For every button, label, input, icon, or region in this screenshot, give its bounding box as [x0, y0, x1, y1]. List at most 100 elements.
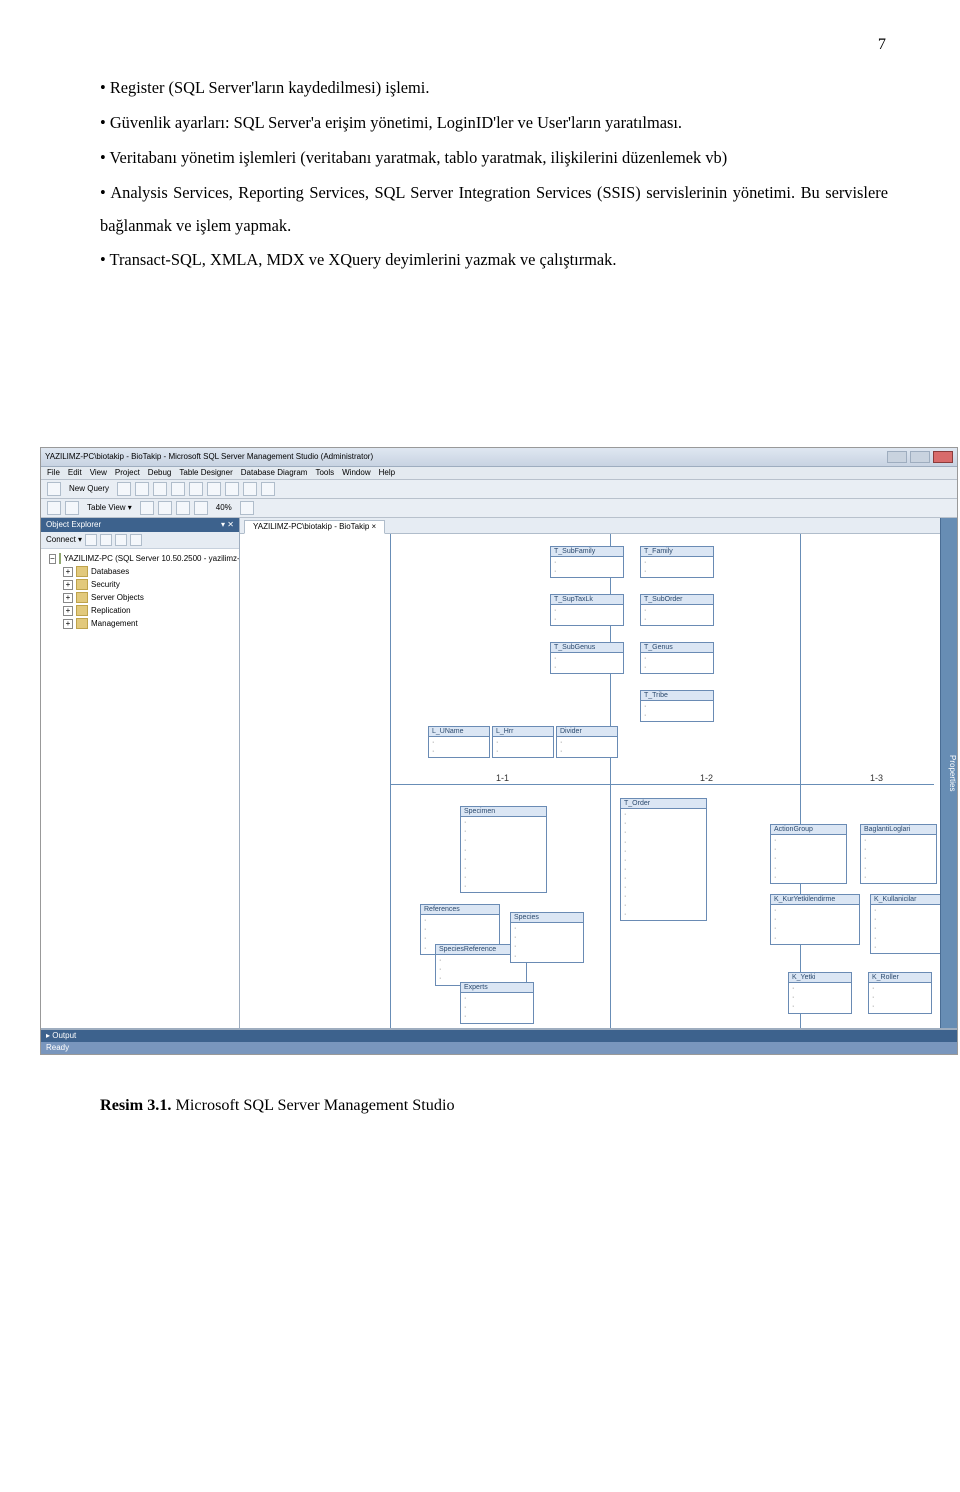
folder-icon — [76, 592, 88, 603]
bullet-services: • Analysis Services, Reporting Services,… — [100, 177, 888, 243]
tb-icon[interactable] — [243, 482, 257, 496]
menubar: File Edit View Project Debug Table Desig… — [41, 467, 957, 480]
diagram-table[interactable]: Species···· — [510, 912, 584, 962]
menu-project[interactable]: Project — [115, 469, 140, 477]
tree-databases[interactable]: + Databases — [59, 565, 235, 578]
tb-icon[interactable] — [240, 501, 254, 515]
diagram-table[interactable]: T_SupTaxLk·· — [550, 594, 624, 626]
tb-icon[interactable] — [140, 501, 154, 515]
oe-icon[interactable] — [115, 534, 127, 546]
diagram-table-header: K_KurYetkilendirme — [771, 895, 859, 905]
collapse-icon[interactable]: − — [49, 554, 56, 564]
menu-table-designer[interactable]: Table Designer — [179, 469, 232, 477]
diagram-table[interactable]: T_Family·· — [640, 546, 714, 578]
diagram-table-header: Divider — [557, 727, 617, 737]
expand-icon[interactable]: + — [63, 606, 73, 616]
menu-edit[interactable]: Edit — [68, 469, 82, 477]
tb-icon[interactable] — [194, 501, 208, 515]
tree-server-objects[interactable]: + Server Objects — [59, 591, 235, 604]
quadrant-label: 1-2 — [700, 774, 713, 783]
expand-icon[interactable]: + — [63, 593, 73, 603]
diagram-tab[interactable]: YAZILIMZ-PC\biotakip - BioTakip × — [244, 520, 385, 534]
close-button[interactable] — [933, 451, 953, 463]
menu-view[interactable]: View — [90, 469, 107, 477]
diagram-table[interactable]: K_KurYetkilendirme···· — [770, 894, 860, 944]
bullet-security: • Güvenlik ayarları: SQL Server'a erişim… — [100, 107, 888, 140]
diagram-table[interactable]: T_SubFamily·· — [550, 546, 624, 578]
tb-icon[interactable] — [117, 482, 131, 496]
diagram-table[interactable]: K_Yetki··· — [788, 972, 852, 1013]
oe-icon[interactable] — [100, 534, 112, 546]
tree-label: YAZILIMZ-PC (SQL Server 10.50.2500 - yaz… — [64, 555, 239, 563]
tb-icon[interactable] — [207, 482, 221, 496]
object-explorer-tree[interactable]: − YAZILIMZ-PC (SQL Server 10.50.2500 - y… — [41, 549, 239, 1028]
minimize-button[interactable] — [887, 451, 907, 463]
diagram-table-header: T_Tribe — [641, 691, 713, 701]
diagram-table[interactable]: T_Tribe·· — [640, 690, 714, 722]
diagram-table-header: L_UName — [429, 727, 489, 737]
tree-replication[interactable]: + Replication — [59, 604, 235, 617]
tb-icon[interactable] — [261, 482, 275, 496]
quadrant-label: 1-3 — [870, 774, 883, 783]
diagram-table[interactable]: Specimen········ — [460, 806, 547, 893]
menu-tools[interactable]: Tools — [315, 469, 334, 477]
expand-icon[interactable]: + — [63, 580, 73, 590]
maximize-button[interactable] — [910, 451, 930, 463]
tb-icon[interactable] — [47, 501, 61, 515]
menu-file[interactable]: File — [47, 469, 60, 477]
diagram-table[interactable]: L_UName·· — [428, 726, 490, 758]
output-panel-header[interactable]: ▸ Output — [41, 1029, 957, 1042]
tree-label: Databases — [91, 568, 129, 576]
zoom-field[interactable]: 40% — [212, 504, 236, 512]
new-query-button[interactable]: New Query — [65, 485, 113, 493]
tb-icon[interactable] — [65, 501, 79, 515]
toolbar-2: Table View ▾ 40% — [41, 499, 957, 518]
tb-icon[interactable] — [225, 482, 239, 496]
diagram-table[interactable]: Experts··· — [460, 982, 534, 1023]
diagram-table[interactable]: ActionGroup····· — [770, 824, 847, 883]
diagram-table[interactable]: BaglantiLoglari····· — [860, 824, 937, 883]
table-view-dropdown[interactable]: Table View ▾ — [83, 504, 136, 512]
diagram-table[interactable]: T_Genus·· — [640, 642, 714, 674]
tb-icon[interactable] — [158, 501, 172, 515]
tb-icon[interactable] — [135, 482, 149, 496]
tree-label: Server Objects — [91, 594, 144, 602]
folder-icon — [76, 605, 88, 616]
diagram-table[interactable]: L_Hrr·· — [492, 726, 554, 758]
diagram-canvas[interactable]: 1-1 1-2 1-3 T_SubFamily··T_Family··T_Sup… — [240, 534, 940, 1028]
tb-icon[interactable] — [189, 482, 203, 496]
diagram-table[interactable]: K_Kullanicilar····· — [870, 894, 940, 953]
diagram-table[interactable]: Divider·· — [556, 726, 618, 758]
panel-pin-icon[interactable]: ▾ ✕ — [221, 521, 234, 529]
expand-icon[interactable]: + — [63, 567, 73, 577]
connect-button[interactable]: Connect ▾ — [46, 536, 82, 544]
diagram-table-header: K_Yetki — [789, 973, 851, 983]
diagram-table-header: T_Order — [621, 799, 706, 809]
diagram-table[interactable]: T_SubGenus·· — [550, 642, 624, 674]
diagram-table[interactable]: K_Roller··· — [868, 972, 932, 1013]
tb-icon[interactable] — [47, 482, 61, 496]
document-tabs: YAZILIMZ-PC\biotakip - BioTakip × — [240, 518, 940, 534]
tree-security[interactable]: + Security — [59, 578, 235, 591]
oe-icon[interactable] — [85, 534, 97, 546]
menu-window[interactable]: Window — [342, 469, 370, 477]
oe-icon[interactable] — [130, 534, 142, 546]
connect-toolbar: Connect ▾ — [41, 532, 239, 549]
diagram-table[interactable]: T_SubOrder·· — [640, 594, 714, 626]
properties-tab[interactable]: Properties — [940, 518, 957, 1028]
tb-icon[interactable] — [171, 482, 185, 496]
tb-icon[interactable] — [176, 501, 190, 515]
diagram-table[interactable]: T_Order············ — [620, 798, 707, 921]
menu-debug[interactable]: Debug — [148, 469, 172, 477]
tree-management[interactable]: + Management — [59, 617, 235, 630]
diagram-table-header: L_Hrr — [493, 727, 553, 737]
menu-database-diagram[interactable]: Database Diagram — [241, 469, 308, 477]
menu-help[interactable]: Help — [379, 469, 395, 477]
tree-server-node[interactable]: − YAZILIMZ-PC (SQL Server 10.50.2500 - y… — [45, 552, 235, 565]
tb-icon[interactable] — [153, 482, 167, 496]
status-bar: Ready — [41, 1042, 957, 1054]
expand-icon[interactable]: + — [63, 619, 73, 629]
folder-icon — [76, 566, 88, 577]
diagram-table-header: K_Kullanicilar — [871, 895, 940, 905]
diagram-table-header: T_SubFamily — [551, 547, 623, 557]
